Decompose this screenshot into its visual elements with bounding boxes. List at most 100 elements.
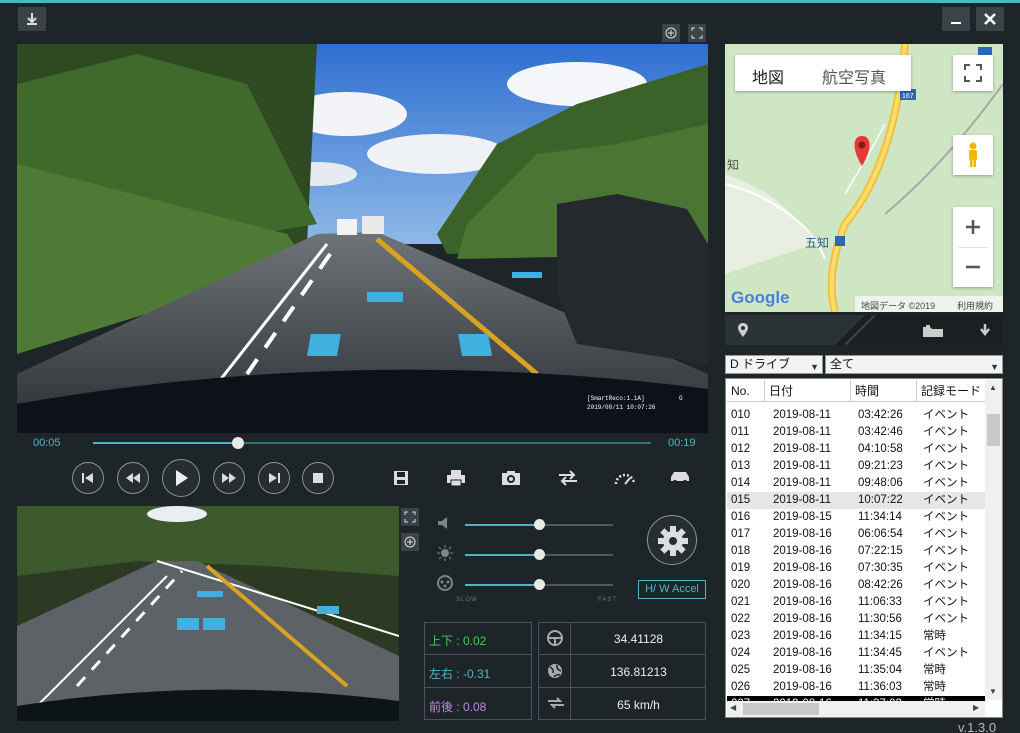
minimize-button[interactable] xyxy=(942,7,970,31)
map-fullscreen-icon[interactable] xyxy=(953,55,993,91)
horizontal-scroll-thumb[interactable] xyxy=(743,703,819,715)
download-list-icon[interactable] xyxy=(978,323,992,342)
brightness-slider-handle[interactable] xyxy=(534,549,545,560)
map-view[interactable]: 167 地図 航空写真 五知 知 Google 地図データ ©2019 利用規約 xyxy=(725,44,1003,312)
cell-no: 012 xyxy=(731,443,751,455)
fullscreen-icon[interactable] xyxy=(688,24,706,42)
fast-forward-icon xyxy=(222,473,236,483)
list-item[interactable]: 011 2019-08-11 03:42:46 イベント xyxy=(727,424,985,441)
list-item[interactable]: 010 2019-08-11 03:42:26 イベント xyxy=(727,407,985,424)
total-time: 00:19 xyxy=(668,437,696,449)
scroll-right-icon[interactable]: ▶ xyxy=(973,703,979,712)
save-icon[interactable] xyxy=(388,465,414,491)
list-item[interactable]: 012 2019-08-11 04:10:58 イベント xyxy=(727,441,985,458)
scroll-up-icon[interactable]: ▲ xyxy=(989,383,997,392)
cell-mode: イベント xyxy=(923,562,969,574)
map-copyright: 地図データ ©2019 xyxy=(861,301,936,311)
skip-previous-button[interactable] xyxy=(72,462,104,494)
hw-accel-button[interactable]: H/ W Accel xyxy=(638,580,706,599)
list-item[interactable]: 013 2019-08-11 09:21:23 イベント xyxy=(727,458,985,475)
skip-previous-icon xyxy=(82,473,93,483)
tab-aerial[interactable]: 航空写真 xyxy=(822,64,886,88)
column-mode[interactable]: 記録モード xyxy=(917,380,985,402)
column-time[interactable]: 時間 xyxy=(851,380,917,402)
column-no[interactable]: No. xyxy=(727,380,765,402)
skip-next-button[interactable] xyxy=(258,462,290,494)
cell-time: 04:10:58 xyxy=(858,443,903,455)
cell-mode: 常時 xyxy=(923,681,946,693)
map-zoom-out-icon[interactable] xyxy=(953,247,993,287)
list-item[interactable]: 019 2019-08-16 07:30:35 イベント xyxy=(727,560,985,577)
cell-time: 11:34:14 xyxy=(858,511,902,523)
volume-slider-handle[interactable] xyxy=(534,519,545,530)
cell-time: 03:42:26 xyxy=(858,409,903,421)
list-item[interactable]: 015 2019-08-11 10:07:22 イベント xyxy=(727,492,985,509)
cell-mode: イベント xyxy=(923,579,969,591)
cell-date: 2019-08-16 xyxy=(773,613,832,625)
list-item[interactable]: 017 2019-08-16 06:06:54 イベント xyxy=(727,526,985,543)
cell-date: 2019-08-16 xyxy=(773,647,832,659)
list-item[interactable]: 018 2019-08-16 07:22:15 イベント xyxy=(727,543,985,560)
list-item[interactable]: 023 2019-08-16 11:34:15 常時 xyxy=(727,628,985,645)
place-label: 五知 xyxy=(805,236,830,250)
street-view-pegman-icon[interactable] xyxy=(953,135,993,175)
cell-mode: 常時 xyxy=(923,664,946,676)
dashcam-viewer-window: [SmartReco:1.1A] 2019/08/11 10:07:26 G 0… xyxy=(0,0,1020,733)
video-overlay-mark: G xyxy=(679,395,683,402)
settings-button[interactable] xyxy=(647,515,697,565)
cell-time: 03:42:46 xyxy=(858,426,903,438)
car-icon[interactable] xyxy=(667,465,693,491)
close-button[interactable] xyxy=(976,7,1004,31)
print-icon[interactable] xyxy=(443,465,469,491)
map-zoom-in-icon[interactable] xyxy=(953,207,993,247)
zoom-in-icon[interactable] xyxy=(662,24,680,42)
list-item[interactable]: 025 2019-08-16 11:35:04 常時 xyxy=(727,662,985,679)
list-item[interactable]: 021 2019-08-16 11:06:33 イベント xyxy=(727,594,985,611)
list-item[interactable]: 024 2019-08-16 11:34:45 イベント xyxy=(727,645,985,662)
camera-snapshot-icon[interactable] xyxy=(498,465,524,491)
swap-camera-icon[interactable] xyxy=(555,465,581,491)
seek-bar-handle[interactable] xyxy=(232,437,245,449)
vertical-scrollbar[interactable]: ▲ ▼ xyxy=(985,380,1002,700)
play-button[interactable] xyxy=(162,459,200,497)
column-date[interactable]: 日付 xyxy=(765,380,851,402)
speedometer-icon[interactable] xyxy=(612,465,638,491)
brightness-icon xyxy=(436,544,454,562)
cell-time: 07:30:35 xyxy=(858,562,903,574)
folder-icon[interactable] xyxy=(922,324,944,343)
cell-time: 09:48:06 xyxy=(858,477,903,489)
fast-forward-button[interactable] xyxy=(213,462,245,494)
speed-value: 65 km/h xyxy=(617,698,660,712)
cell-no: 014 xyxy=(731,477,751,489)
tab-map[interactable]: 地図 xyxy=(752,64,784,88)
current-time: 00:05 xyxy=(33,437,61,449)
drive-select[interactable]: D ドライブ ▼ xyxy=(725,355,823,374)
speed-slider-handle[interactable] xyxy=(534,579,545,590)
stop-button[interactable] xyxy=(302,462,334,494)
cell-mode: 常時 xyxy=(923,630,946,642)
vertical-scroll-thumb[interactable] xyxy=(987,414,1000,446)
front-camera-video[interactable]: [SmartReco:1.1A] 2019/08/11 10:07:26 G xyxy=(17,44,708,433)
map-pin-icon[interactable] xyxy=(737,322,749,343)
cell-time: 11:36:03 xyxy=(858,681,902,693)
sub-zoom-in-icon[interactable] xyxy=(401,533,419,551)
download-icon[interactable] xyxy=(18,7,46,31)
scroll-left-icon[interactable]: ◀ xyxy=(730,703,736,712)
playback-speed-icon xyxy=(436,574,454,592)
horizontal-scrollbar[interactable]: ◀ ▶ xyxy=(727,701,985,717)
list-item[interactable]: 014 2019-08-11 09:48:06 イベント xyxy=(727,475,985,492)
list-item[interactable]: 016 2019-08-15 11:34:14 イベント xyxy=(727,509,985,526)
rear-camera-video[interactable] xyxy=(17,506,399,721)
scroll-down-icon[interactable]: ▼ xyxy=(989,687,997,696)
video-overlay-timestamp: 2019/08/11 10:07:26 xyxy=(587,404,656,411)
sub-fullscreen-icon[interactable] xyxy=(401,508,419,526)
list-item[interactable]: 020 2019-08-16 08:42:26 イベント xyxy=(727,577,985,594)
chevron-down-icon: ▼ xyxy=(990,362,999,372)
cell-date: 2019-08-16 xyxy=(773,681,832,693)
list-item[interactable]: 022 2019-08-16 11:30:56 イベント xyxy=(727,611,985,628)
filter-select[interactable]: 全て ▼ xyxy=(825,355,1003,374)
list-item[interactable]: 026 2019-08-16 11:36:03 常時 xyxy=(727,679,985,696)
rewind-button[interactable] xyxy=(117,462,149,494)
map-terms-link[interactable]: 利用規約 xyxy=(957,299,993,312)
filter-select-value: 全て xyxy=(830,357,855,371)
